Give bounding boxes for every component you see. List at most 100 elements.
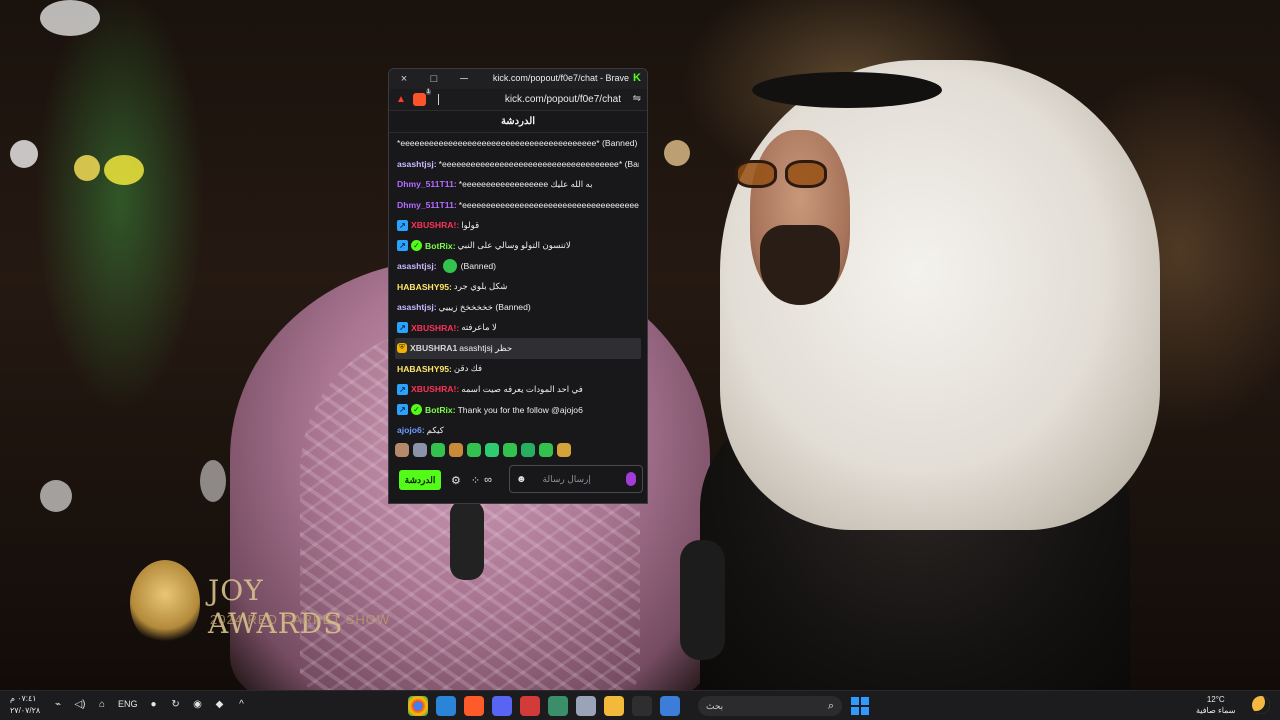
clock-time: ٠٧:٤١ م [10, 694, 37, 703]
chat-username[interactable]: Dhmy_511T11: [397, 179, 457, 189]
bokeh-light [40, 0, 100, 36]
chat-username[interactable]: Dhmy_511T11: [397, 200, 457, 210]
moon-icon [1252, 696, 1270, 714]
window-titlebar[interactable]: × □ ─ kick.com/popout/f0e7/chat - Brave … [389, 69, 647, 89]
steam-icon[interactable] [436, 696, 456, 716]
address-bar[interactable]: ▲ 1 kick.com/popout/f0e7/chat ⇋ [389, 89, 647, 111]
chat-username[interactable]: BotRix: [425, 241, 456, 251]
chat-message-input[interactable]: ☻ إرسال رسالة [509, 465, 643, 493]
emote-icon[interactable] [485, 443, 499, 457]
security-tray-icon[interactable]: ◆ [214, 698, 226, 710]
emote-icon[interactable] [467, 443, 481, 457]
system-clock[interactable]: ٠٧:٤١ م ٢٧/٠٧/٢٨ [10, 693, 40, 717]
chat-message[interactable]: HABASHY95: فك دقن [397, 359, 639, 380]
emote-icon [442, 259, 457, 274]
chat-message[interactable]: asashtjsj: *eeeeeeeeeeeeeeeeeeeeeeeeeeeee… [397, 154, 639, 175]
chat-username[interactable]: XBUSHRA!: [411, 384, 459, 394]
chat-message[interactable]: ↗ ✓ BotRix: Thank you for the follow @ajojo… [397, 400, 639, 421]
chat-username[interactable]: XBUSHRA1 [410, 343, 457, 353]
chat-username[interactable]: asashtjsj: [397, 302, 437, 312]
chat-username[interactable]: asashtjsj: [397, 159, 437, 169]
network-icon[interactable]: ⌂ [96, 698, 108, 710]
chat-input-placeholder: إرسال رسالة [542, 473, 591, 484]
chat-message-text: لاتنسون التولو وسالي على النبي [457, 240, 571, 251]
notification-icon[interactable]: ⌁ [52, 698, 64, 710]
window-icon[interactable] [660, 696, 680, 716]
folder-icon[interactable] [604, 696, 624, 716]
chat-message[interactable]: asashtjsj: خخخخخخ زيييي (Banned) [397, 297, 639, 318]
taskbar-search[interactable]: بحث ⌕ [698, 696, 842, 716]
close-icon[interactable]: × [389, 69, 419, 89]
emote-bar[interactable] [395, 441, 641, 459]
language-indicator[interactable]: ENG [118, 699, 138, 709]
chat-username[interactable]: XBUSHRA!: [411, 323, 459, 333]
chat-title: الدردشة [389, 111, 647, 133]
emote-icon[interactable] [431, 443, 445, 457]
chat-message[interactable]: ↗ XBUSHRA!: لا ماعرفته [397, 318, 639, 339]
chat-message[interactable]: *eeeeeeeeeeeeeeeeeeeeeeeeeeeeeeeeeeeeeee… [397, 133, 639, 154]
chat-message-text: شكل بلوي جرد [453, 281, 508, 292]
chat-message-text: قولوا [461, 219, 480, 230]
window-title: kick.com/popout/f0e7/chat - Brave [492, 73, 629, 83]
discord-icon[interactable] [492, 696, 512, 716]
warning-icon[interactable]: ▲ [395, 94, 407, 106]
emote-icon[interactable] [557, 443, 571, 457]
sync-icon[interactable]: ↻ [170, 698, 182, 710]
emote-icon[interactable] [503, 443, 517, 457]
chat-username[interactable]: BotRix: [425, 405, 456, 415]
emote-icon[interactable] [539, 443, 553, 457]
obs-icon[interactable] [520, 696, 540, 716]
start-button[interactable] [851, 697, 869, 715]
chat-message-list[interactable]: *eeeeeeeeeeeeeeeeeeeeeeeeeeeeeeeeeeeeeee… [389, 133, 647, 437]
chat-username[interactable]: XBUSHRA!: [411, 220, 459, 230]
bokeh-light [74, 155, 100, 181]
logo-subtitle: 2024 RED CARPET SHOW [210, 612, 391, 627]
chat-username[interactable]: ajojo6: [397, 425, 425, 435]
chat-popup-window[interactable]: × □ ─ kick.com/popout/f0e7/chat - Brave … [388, 68, 648, 504]
chat-message-text: *eeeeeeeeeeeeeeeeeeeeeeeeeeeeeeeeeeeeeee… [397, 138, 638, 149]
chat-message[interactable]: Dhmy_511T11: *eeeeeeeeeeeeeeeeee به الله … [397, 174, 639, 195]
steam-tray-icon[interactable]: ◉ [192, 698, 204, 710]
bokeh-light [10, 140, 38, 168]
notepad-icon[interactable] [576, 696, 596, 716]
chat-message[interactable]: asashtjsj: (Banned) [397, 256, 639, 277]
smile-icon[interactable]: ☻ [516, 474, 527, 485]
chat-message[interactable]: ↗ XBUSHRA!: في احد المودات يعرفه صيت اسمه [397, 379, 639, 400]
chat-message[interactable]: HABASHY95: شكل بلوي جرد [397, 277, 639, 298]
emote-icon[interactable] [413, 443, 427, 457]
emote-icon[interactable] [521, 443, 535, 457]
url-text[interactable]: kick.com/popout/f0e7/chat [505, 94, 621, 105]
chat-message[interactable]: ⛨ XBUSHRA1 asashtjsj حظر [395, 338, 641, 359]
chat-message[interactable]: Dhmy_511T11: *eeeeeeeeeeeeeeeeeeeeeeeeeee… [397, 195, 639, 216]
microphone-icon[interactable] [626, 472, 636, 486]
send-chat-button[interactable]: الدردشة [399, 470, 441, 490]
chat-message[interactable]: ↗ ✓ BotRix: لاتنسون التولو وسالي على النبي [397, 236, 639, 257]
maximize-icon[interactable]: □ [419, 69, 449, 89]
kick-logo-icon: K [633, 72, 641, 84]
weather-widget[interactable]: 12°C سماء صافية [1196, 694, 1236, 716]
chat-username[interactable]: HABASHY95: [397, 282, 452, 292]
volume-icon[interactable]: ◁) [74, 698, 86, 710]
emote-icon[interactable] [449, 443, 463, 457]
subscriber-badge-icon: ↗ [397, 219, 408, 231]
chat-username[interactable]: HABASHY95: [397, 364, 452, 374]
chat-message[interactable]: ajojo6: كيكم [397, 420, 639, 437]
infinity-icon[interactable]: ∞ [484, 474, 492, 486]
app-icon[interactable] [548, 696, 568, 716]
bokeh-light [664, 140, 690, 166]
store-icon[interactable] [632, 696, 652, 716]
microphone-icon[interactable]: ● [148, 698, 160, 710]
chat-message-text: (Banned) [460, 261, 497, 272]
brave-icon[interactable] [464, 696, 484, 716]
settings-gear-icon[interactable]: ⚙ [451, 474, 461, 487]
brave-shield-icon[interactable]: 1 [413, 89, 431, 106]
emote-picker-icon[interactable]: ⁘ [471, 474, 480, 487]
weather-temp: 12°C [1206, 695, 1225, 704]
minimize-icon[interactable]: ─ [449, 69, 479, 89]
chat-username[interactable]: asashtjsj: [397, 261, 437, 271]
chat-message[interactable]: ↗ XBUSHRA!: قولوا [397, 215, 639, 236]
chevron-up-icon[interactable]: ^ [236, 698, 248, 710]
site-settings-icon[interactable]: ⇋ [633, 93, 641, 104]
emote-icon[interactable] [395, 443, 409, 457]
chrome-icon[interactable] [408, 696, 428, 716]
